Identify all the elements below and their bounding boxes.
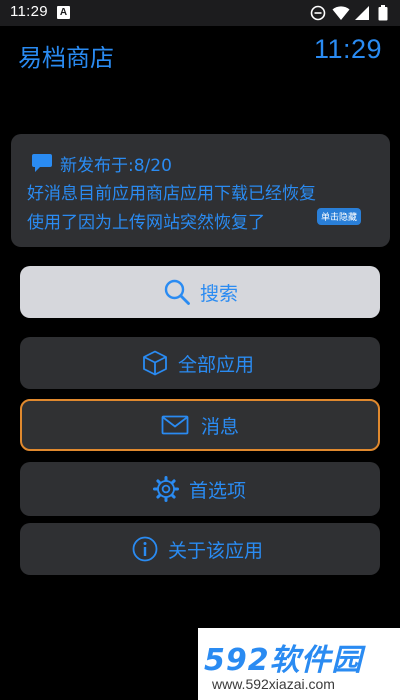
watermark-brand: 592软件园 — [204, 643, 363, 678]
messages-button[interactable]: 消息 — [20, 399, 380, 451]
search-button[interactable]: 搜索 — [20, 266, 380, 318]
about-button[interactable]: 关于该应用 — [20, 523, 380, 575]
messages-label: 消息 — [201, 415, 240, 438]
notice-text-line1: 好消息目前应用商店应用下载已经恢复 — [27, 184, 316, 204]
all-apps-label: 全部应用 — [178, 353, 255, 376]
signal-icon — [355, 6, 369, 20]
notice-card: 新发布于:8/20 好消息目前应用商店应用下载已经恢复 使用了因为上传网站突然恢… — [11, 134, 390, 247]
app-clock: 11:29 — [313, 34, 382, 64]
hide-notice-button[interactable]: 单击隐藏 — [317, 208, 362, 225]
dnd-icon — [310, 5, 326, 21]
preferences-button[interactable]: 首选项 — [20, 462, 380, 516]
status-bar: 11:29 A — [0, 0, 400, 26]
package-icon — [143, 350, 167, 376]
search-label: 搜索 — [200, 282, 239, 305]
gear-icon — [153, 476, 179, 502]
preferences-label: 首选项 — [189, 479, 247, 502]
notice-date: 新发布于:8/20 — [60, 156, 172, 176]
info-icon — [132, 536, 158, 562]
search-icon — [164, 279, 190, 305]
battery-icon — [378, 5, 388, 21]
about-label: 关于该应用 — [168, 539, 264, 562]
watermark: 592软件园 www.592xiazai.com — [198, 628, 400, 700]
app-title: 易档商店 — [18, 44, 114, 72]
status-icons — [310, 5, 392, 21]
notice-text-line2: 使用了因为上传网站突然恢复了 — [27, 213, 265, 233]
watermark-url: www.592xiazai.com — [212, 676, 335, 692]
status-time: 11:29 — [10, 3, 48, 20]
envelope-icon — [161, 415, 189, 435]
all-apps-button[interactable]: 全部应用 — [20, 337, 380, 389]
notification-badge: A — [57, 6, 70, 19]
wifi-icon — [332, 6, 350, 20]
message-bubble-icon — [32, 154, 52, 172]
